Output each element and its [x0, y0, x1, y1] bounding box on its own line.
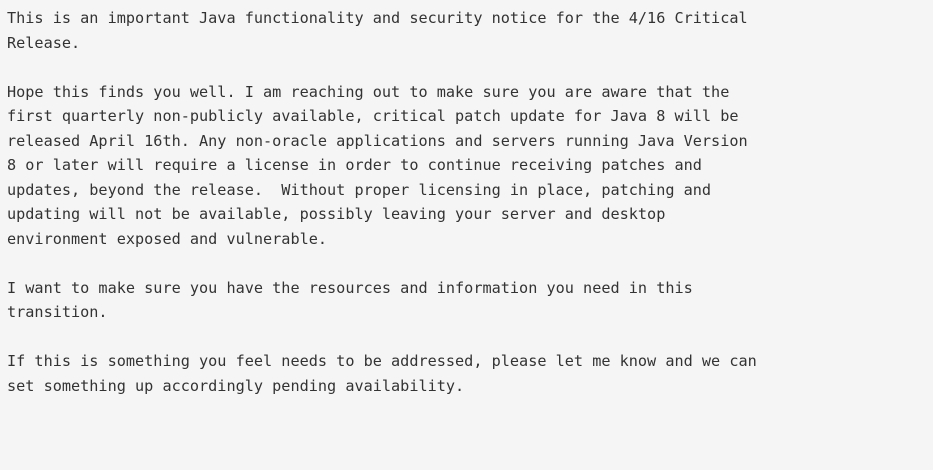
text-line: first quarterly non-publicly available, …: [7, 107, 739, 125]
paragraph-resources: I want to make sure you have the resourc…: [7, 276, 929, 325]
paragraph-call-to-action: If this is something you feel needs to b…: [7, 349, 929, 398]
paragraph-critical-release-notice: This is an important Java functionality …: [7, 6, 929, 55]
text-line: Release.: [7, 33, 81, 52]
email-body: This is an important Java functionality …: [7, 6, 929, 398]
text-line: transition.: [7, 303, 108, 321]
text-line: environment exposed and vulnerable.: [7, 229, 328, 248]
text-line: updates, beyond the release. Without pro…: [7, 180, 712, 199]
text-line: Hope this finds you well. I am reaching …: [7, 82, 730, 101]
text-line: This is an important Java functionality …: [7, 9, 748, 27]
text-line: updating will not be available, possibly…: [7, 205, 666, 223]
text-line: 8 or later will require a license in ord…: [7, 156, 702, 174]
text-line: If this is something you feel needs to b…: [7, 352, 757, 370]
text-line: I want to make sure you have the resourc…: [7, 278, 693, 297]
text-line: set something up accordingly pending ava…: [7, 376, 465, 395]
paragraph-license-details: Hope this finds you well. I am reaching …: [7, 80, 929, 252]
text-line: released April 16th. Any non-oracle appl…: [7, 131, 748, 150]
